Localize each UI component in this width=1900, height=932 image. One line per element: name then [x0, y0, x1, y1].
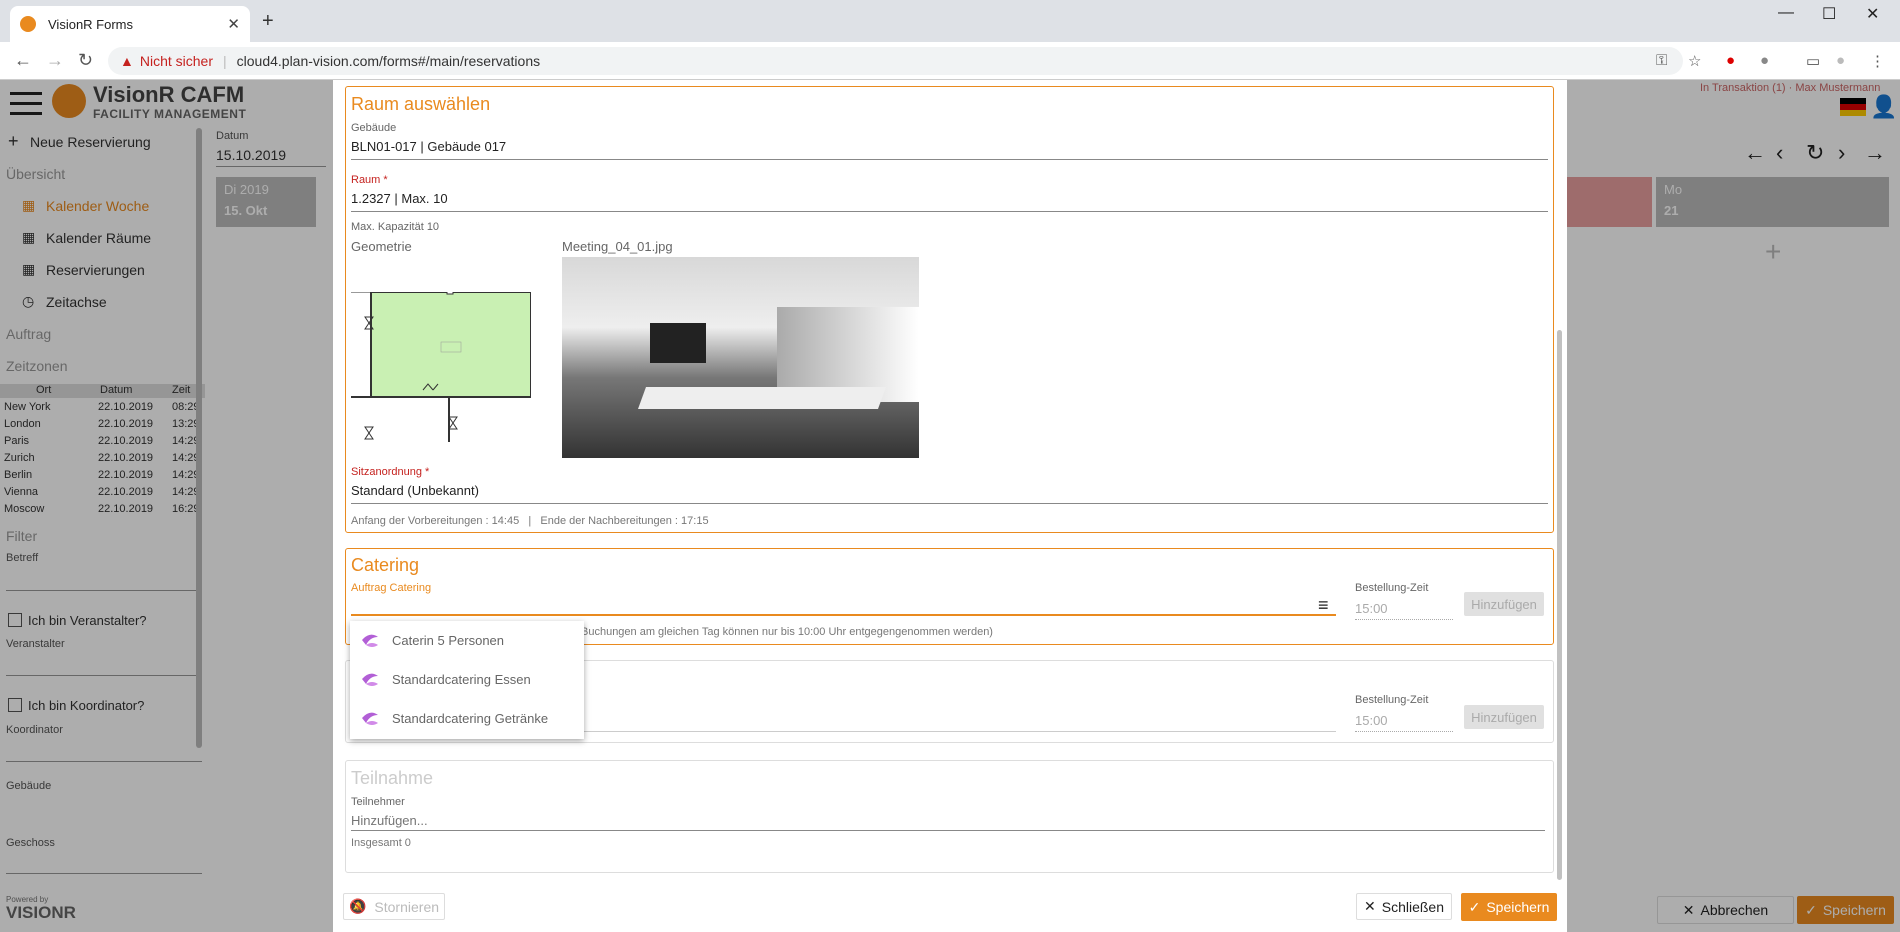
seating-field[interactable]: Standard (Unbekannt)	[351, 483, 479, 498]
add-catering-button[interactable]: Hinzufügen	[1464, 592, 1544, 616]
order-time-field[interactable]: 15:00	[1355, 601, 1388, 616]
close-button[interactable]: ✕ Schließen	[1356, 893, 1452, 920]
close-icon: ✕	[1364, 898, 1376, 914]
building-field[interactable]: BLN01-017 | Gebäude 017	[351, 139, 506, 154]
participants-total: Insgesamt 0	[351, 837, 411, 849]
geometry-label: Geometrie	[351, 239, 412, 254]
key-icon[interactable]: ⚿	[1656, 52, 1667, 69]
warning-icon: ▲	[120, 53, 134, 69]
room-field[interactable]: 1.2327 | Max. 10	[351, 191, 448, 206]
order-time-label-2: Bestellung-Zeit	[1355, 694, 1429, 706]
url-text: cloud4.plan-vision.com/forms#/main/reser…	[236, 53, 541, 69]
reload-icon[interactable]: ↻	[78, 50, 93, 71]
minimize-icon[interactable]: —	[1778, 4, 1794, 22]
order-time-label: Bestellung-Zeit	[1355, 582, 1429, 594]
maximize-icon[interactable]: ☐	[1822, 4, 1836, 24]
back-icon[interactable]: ←	[14, 50, 32, 71]
insecure-label: Nicht sicher	[139, 53, 213, 69]
catering-order-label: Auftrag Catering	[351, 582, 432, 594]
visionr-favicon-icon	[20, 16, 36, 32]
room-label: Raum *	[351, 174, 388, 186]
list-menu-icon[interactable]: ≡	[1318, 595, 1329, 616]
participation-title: Teilnahme	[351, 768, 434, 788]
catering-order-input[interactable]	[351, 596, 1336, 616]
prep-info: Anfang der Vorbereitungen : 14:45 | Ende…	[351, 515, 709, 527]
browser-tabstrip: VisionR Forms ✕ + — ☐ ✕	[0, 0, 1900, 42]
dropdown-item[interactable]: Standardcatering Essen	[350, 660, 584, 698]
participants-label: Teilnehmer	[351, 796, 405, 808]
dialog-scrollbar[interactable]	[1557, 330, 1562, 880]
dropdown-item[interactable]: Standardcatering Getränke	[350, 699, 584, 737]
save-dialog-button[interactable]: ✓ Speichern	[1461, 893, 1557, 921]
catering-hint: Buchungen am gleichen Tag können nur bis…	[581, 626, 993, 638]
floor-plan-geometry[interactable]	[351, 292, 531, 442]
tab-title: VisionR Forms	[48, 16, 134, 32]
participation-section: Teilnahme Teilnehmer Insgesamt 0	[345, 760, 1554, 873]
check-icon: ✓	[1468, 898, 1481, 915]
cancel-booking-button[interactable]: 🔕 Stornieren	[343, 893, 445, 920]
catering-icon	[362, 634, 378, 647]
url-field[interactable]: ▲ Nicht sicher | cloud4.plan-vision.com/…	[108, 47, 1683, 75]
catering-icon	[362, 673, 378, 686]
new-tab-icon[interactable]: +	[262, 10, 274, 33]
order-time-field-2[interactable]: 15:00	[1355, 713, 1388, 728]
seating-label: Sitzanordnung *	[351, 466, 430, 478]
photo-label: Meeting_04_01.jpg	[562, 239, 673, 254]
close-tab-icon[interactable]: ✕	[227, 15, 240, 33]
browser-menu-icon[interactable]: ⋮	[1870, 52, 1885, 70]
add-extra-button[interactable]: Hinzufügen	[1464, 705, 1544, 729]
room-photo[interactable]	[562, 257, 919, 458]
building-label: Gebäude	[351, 122, 397, 134]
extension-icon[interactable]: ●	[1760, 52, 1769, 69]
room-section: Raum auswählen Gebäude BLN01-017 | Gebäu…	[345, 86, 1554, 533]
floor-plan-svg	[351, 292, 531, 442]
dropdown-item[interactable]: Caterin 5 Personen	[350, 621, 584, 659]
opera-icon[interactable]: ●	[1726, 52, 1735, 69]
catering-section-title: Catering	[351, 555, 420, 575]
star-icon[interactable]: ☆	[1688, 52, 1701, 70]
close-window-icon[interactable]: ✕	[1866, 4, 1879, 24]
browser-tab[interactable]: VisionR Forms ✕	[10, 6, 250, 42]
forward-icon[interactable]: →	[46, 50, 64, 71]
room-section-title: Raum auswählen	[351, 94, 491, 114]
catering-icon	[362, 712, 378, 725]
participants-input[interactable]	[351, 811, 1545, 831]
capacity-text: Max. Kapazität 10	[351, 221, 440, 233]
cast-icon[interactable]: ▭	[1806, 52, 1820, 70]
profile-icon[interactable]: ●	[1836, 52, 1845, 69]
bell-off-icon: 🔕	[348, 898, 367, 914]
catering-dropdown: Caterin 5 Personen Standardcatering Esse…	[350, 621, 584, 739]
